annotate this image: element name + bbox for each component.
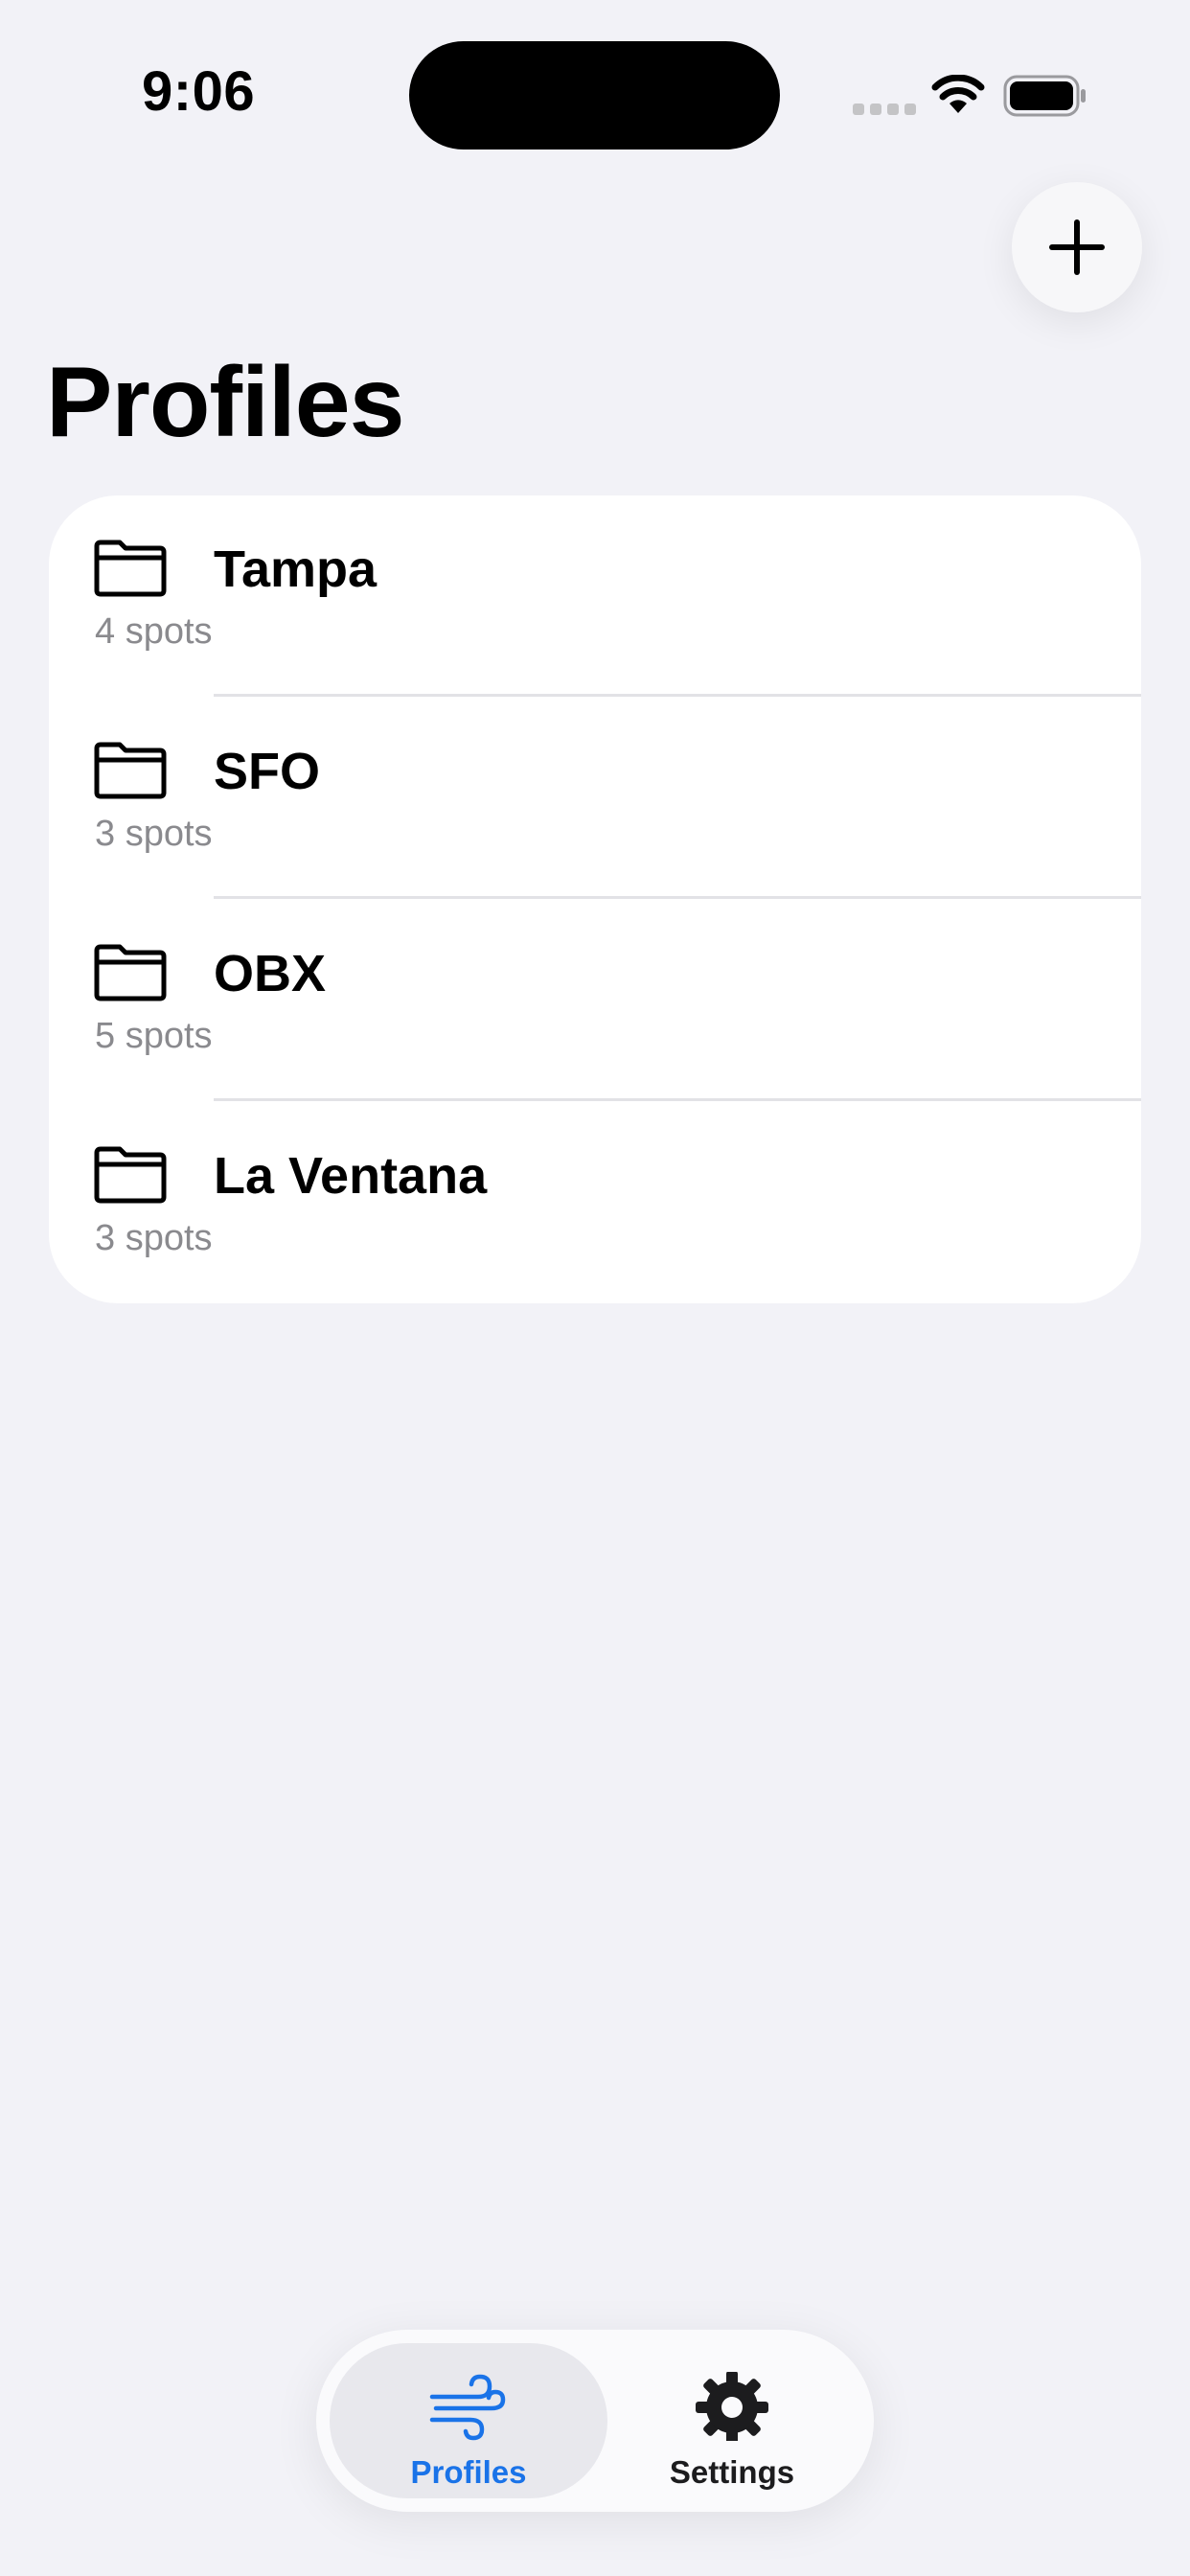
folder-icon [94, 742, 167, 799]
profiles-list: Tampa 4 spots SFO 3 spots OBX 5 spots La… [49, 495, 1141, 1303]
dynamic-island [409, 41, 780, 150]
plus-icon [1049, 219, 1105, 275]
screen: 9:06 Profiles Tampa 4 spots SFO 3 spots … [0, 0, 1190, 2576]
profile-row-obx[interactable]: OBX 5 spots [49, 900, 1141, 1102]
tab-settings[interactable]: Settings [604, 2343, 860, 2498]
cellular-signal-icon [853, 104, 916, 115]
profile-row-la-ventana[interactable]: La Ventana 3 spots [49, 1102, 1141, 1303]
profile-name: SFO [214, 743, 321, 800]
tab-label: Profiles [410, 2454, 527, 2490]
add-profile-button[interactable] [1012, 182, 1142, 312]
tab-profiles[interactable]: Profiles [330, 2343, 607, 2498]
row-divider [214, 896, 1141, 899]
profile-spot-count: 4 spots [95, 611, 213, 652]
wind-icon [429, 2374, 506, 2441]
tab-label: Settings [669, 2454, 795, 2490]
profile-spot-count: 5 spots [95, 1016, 213, 1056]
profile-name: OBX [214, 945, 327, 1002]
page-title: Profiles [46, 347, 404, 458]
profile-name: La Ventana [214, 1147, 488, 1205]
profile-spot-count: 3 spots [95, 814, 213, 854]
row-divider [214, 1098, 1141, 1101]
folder-icon [94, 540, 167, 597]
gear-icon [696, 2372, 768, 2441]
profile-name: Tampa [214, 540, 378, 598]
profile-row-sfo[interactable]: SFO 3 spots [49, 698, 1141, 900]
battery-icon [1003, 75, 1086, 117]
folder-icon [94, 1146, 167, 1204]
row-divider [214, 694, 1141, 697]
folder-icon [94, 944, 167, 1001]
status-time: 9:06 [142, 60, 256, 123]
profile-spot-count: 3 spots [95, 1218, 213, 1258]
wifi-icon [931, 75, 985, 113]
profile-row-tampa[interactable]: Tampa 4 spots [49, 495, 1141, 698]
tab-bar: Profiles Settings [316, 2330, 874, 2512]
